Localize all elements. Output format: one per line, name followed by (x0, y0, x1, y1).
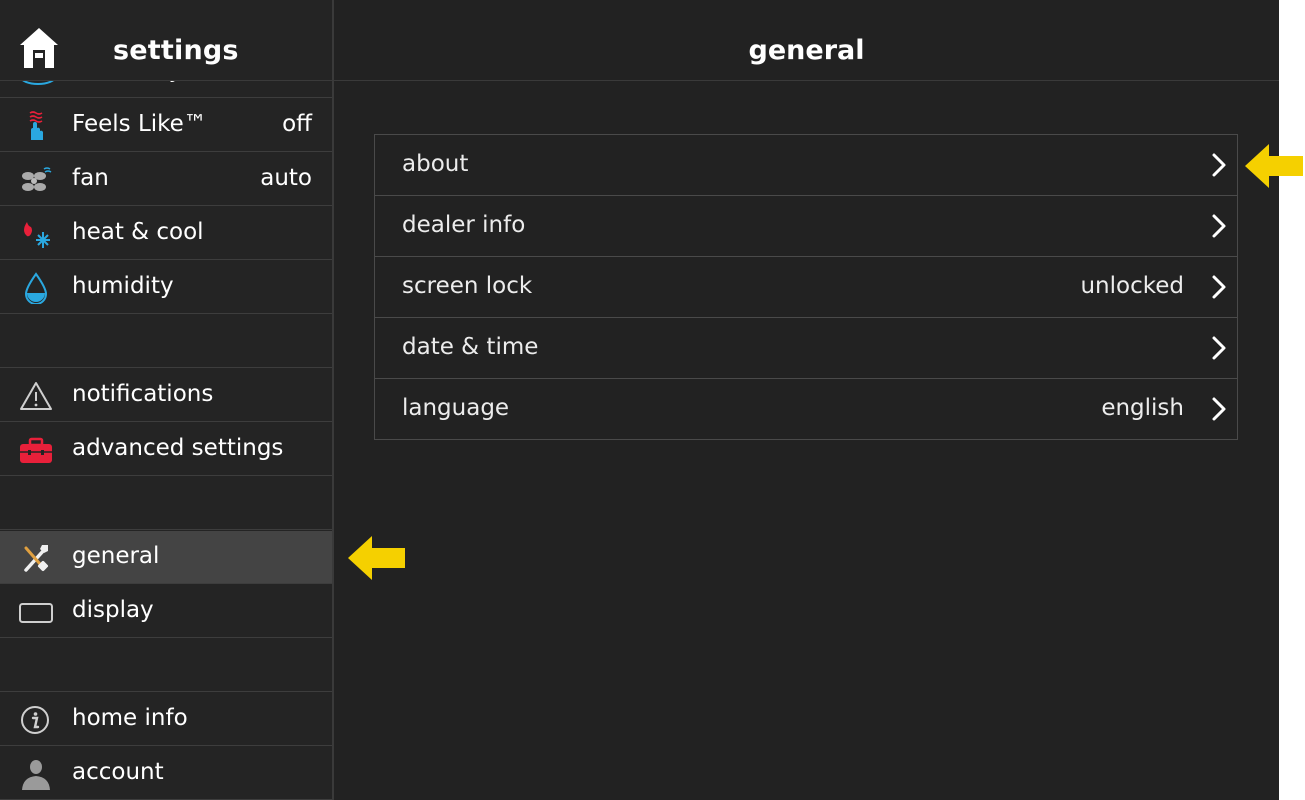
annotation-arrow-icon (1245, 144, 1303, 188)
chevron-right-icon (1212, 153, 1226, 177)
sidebar-item-fan[interactable]: fan auto (0, 153, 332, 206)
sidebar-item-home-info[interactable]: home info (0, 693, 332, 746)
sidebar-spacer (0, 639, 332, 692)
list-item-label: language (402, 395, 510, 421)
sidebar-item-label: display (72, 597, 154, 623)
fan-icon (22, 167, 52, 191)
wrench-screwdriver-icon (24, 545, 49, 572)
annotation-arrow-icon (348, 536, 405, 580)
sidebar-item-humidity[interactable]: humidity (0, 261, 332, 314)
heat-cool-icon (24, 222, 50, 248)
list-item-value: unlocked (1080, 273, 1184, 299)
sidebar-item-label: account (72, 759, 164, 785)
main-header: general (334, 0, 1279, 81)
account-icon (22, 760, 50, 790)
list-item-date-time[interactable]: date & time (375, 318, 1237, 379)
list-item-label: screen lock (402, 273, 533, 299)
toolbox-icon (20, 437, 52, 463)
page-title: general (748, 35, 865, 66)
sidebar-item-label: humidity (72, 273, 174, 299)
sidebar-item-label: heat & cool (72, 219, 204, 245)
sidebar-item-label: general (72, 543, 160, 569)
sidebar: efficiency Feels Like™ off (0, 0, 334, 800)
chevron-right-icon (1212, 275, 1226, 299)
list-item-about[interactable]: about (375, 135, 1237, 196)
list-item-value: english (1101, 395, 1184, 421)
sidebar-spacer (0, 477, 332, 530)
sidebar-item-label: Feels Like™ (72, 111, 207, 137)
sidebar-item-general[interactable]: general (0, 531, 332, 584)
list-item-label: about (402, 151, 469, 177)
general-settings-list: about dealer info screen lock unlocked d… (374, 134, 1238, 440)
sidebar-title: settings (113, 35, 239, 66)
sidebar-header: settings (0, 0, 332, 81)
app-window: efficiency Feels Like™ off (0, 0, 1279, 800)
sidebar-item-advanced-settings[interactable]: advanced settings (0, 423, 332, 476)
list-item-dealer-info[interactable]: dealer info (375, 196, 1237, 257)
list-item-label: date & time (402, 334, 539, 360)
feels-like-icon (29, 111, 43, 140)
sidebar-item-label: fan (72, 165, 109, 191)
chevron-right-icon (1212, 336, 1226, 360)
sidebar-item-account[interactable]: account (0, 747, 332, 800)
sidebar-item-heat-cool[interactable]: heat & cool (0, 207, 332, 260)
warning-icon (20, 382, 52, 410)
sidebar-item-display[interactable]: display (0, 585, 332, 638)
sidebar-item-label: advanced settings (72, 435, 284, 461)
list-item-language[interactable]: language english (375, 379, 1237, 439)
info-icon (21, 706, 49, 734)
list-item-label: dealer info (402, 212, 526, 238)
sidebar-item-notifications[interactable]: notifications (0, 369, 332, 422)
humidity-icon (24, 272, 48, 304)
list-item-screen-lock[interactable]: screen lock unlocked (375, 257, 1237, 318)
home-icon[interactable] (18, 26, 60, 70)
chevron-right-icon (1212, 214, 1226, 238)
display-icon (19, 603, 53, 623)
sidebar-item-label: home info (72, 705, 188, 731)
sidebar-item-label: notifications (72, 381, 214, 407)
chevron-right-icon (1212, 397, 1226, 421)
sidebar-item-feels-like[interactable]: Feels Like™ off (0, 99, 332, 152)
sidebar-item-value: off (282, 111, 312, 137)
sidebar-item-value: auto (260, 165, 312, 191)
sidebar-spacer (0, 315, 332, 368)
